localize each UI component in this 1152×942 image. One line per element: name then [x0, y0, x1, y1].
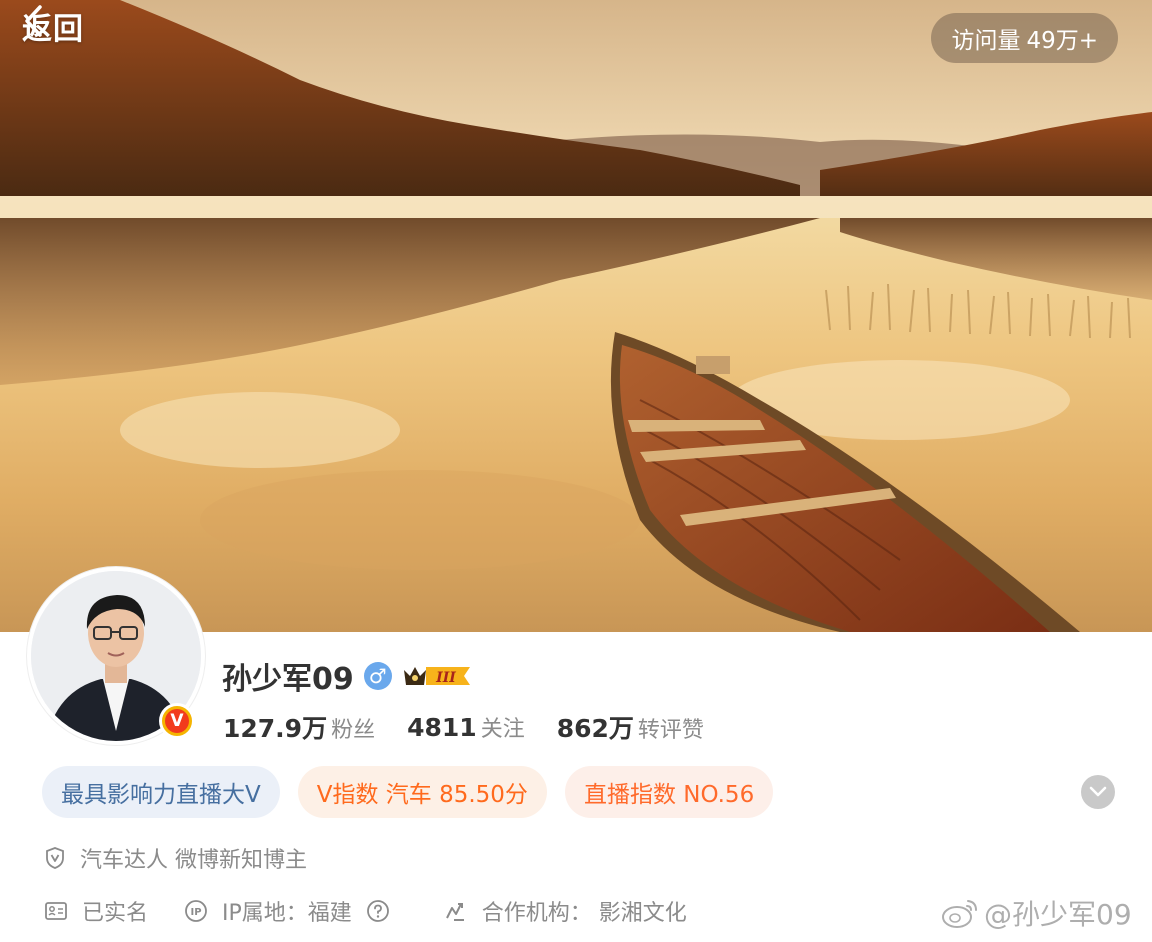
profile-tags: 最具影响力直播大V V指数 汽车 85.50分 直播指数 NO.56	[42, 766, 774, 818]
level-crown-icon: III	[403, 667, 470, 686]
tag-influence[interactable]: 最具影响力直播大V	[42, 766, 280, 818]
ip-icon: IP	[185, 900, 207, 922]
verify-text: 汽车达人 微博新知博主	[80, 848, 307, 873]
male-gender-icon: ♂	[363, 662, 392, 690]
tag-live-index[interactable]: 直播指数 NO.56	[564, 766, 774, 818]
agency-item: 合作机构： 影湘文化	[444, 895, 687, 927]
user-name: 孙少军09	[222, 662, 354, 697]
agency-text: 合作机构： 影湘文化	[481, 901, 687, 926]
ip-location-text: IP属地：福建	[222, 901, 352, 926]
weibo-watermark: @孙少军09	[940, 893, 1132, 933]
chevron-down-icon	[1089, 786, 1107, 797]
stat-label: 粉丝	[331, 718, 376, 743]
meta-info-row: 已实名 IP IP属地：福建 合作机构： 影湘文化	[44, 893, 687, 929]
verified-v-icon: V	[165, 709, 189, 733]
stat-value: 862万	[556, 714, 634, 743]
stat-label: 转评赞	[637, 718, 704, 743]
shield-v-icon	[46, 847, 64, 869]
real-name-text: 已实名	[82, 901, 149, 926]
ip-location-item: IP IP属地：福建	[184, 895, 390, 927]
help-question-icon[interactable]	[366, 899, 390, 923]
stat-following[interactable]: 4811 关注	[407, 711, 525, 743]
back-button[interactable]: 返回	[22, 4, 84, 48]
name-row: 孙少军09 ♂ III	[222, 652, 472, 700]
stat-followers[interactable]: 127.9万 粉丝	[223, 709, 375, 745]
visits-label: 访问量	[951, 28, 1021, 54]
stat-value: 127.9万	[223, 714, 328, 743]
visits-value: 49万+	[1026, 28, 1098, 54]
cover-image: 返回 访问量 49万+	[0, 0, 1152, 632]
tag-v-index[interactable]: V指数 汽车 85.50分	[297, 766, 547, 818]
level-label: III	[435, 670, 456, 686]
id-card-icon	[45, 902, 67, 920]
stat-value: 4811	[407, 713, 477, 742]
stat-label: 关注	[480, 717, 525, 742]
stats-row: 127.9万 粉丝 4811 关注 862万 转评赞	[223, 705, 736, 749]
svg-text:IP: IP	[190, 907, 201, 918]
agency-trend-icon	[445, 903, 464, 921]
chevron-left-icon	[25, 5, 42, 37]
expand-button[interactable]	[1081, 775, 1115, 809]
verified-v-badge: V	[159, 703, 195, 739]
stat-likes[interactable]: 862万 转评赞	[557, 709, 704, 745]
watermark-text: @孙少军09	[984, 898, 1132, 931]
weibo-logo-icon	[942, 900, 977, 928]
lake-canoe-illustration	[0, 0, 1152, 632]
real-name-item: 已实名	[44, 895, 148, 927]
visits-badge[interactable]: 访问量 49万+	[931, 13, 1118, 63]
verify-info-row: 汽车达人 微博新知博主	[44, 840, 307, 876]
